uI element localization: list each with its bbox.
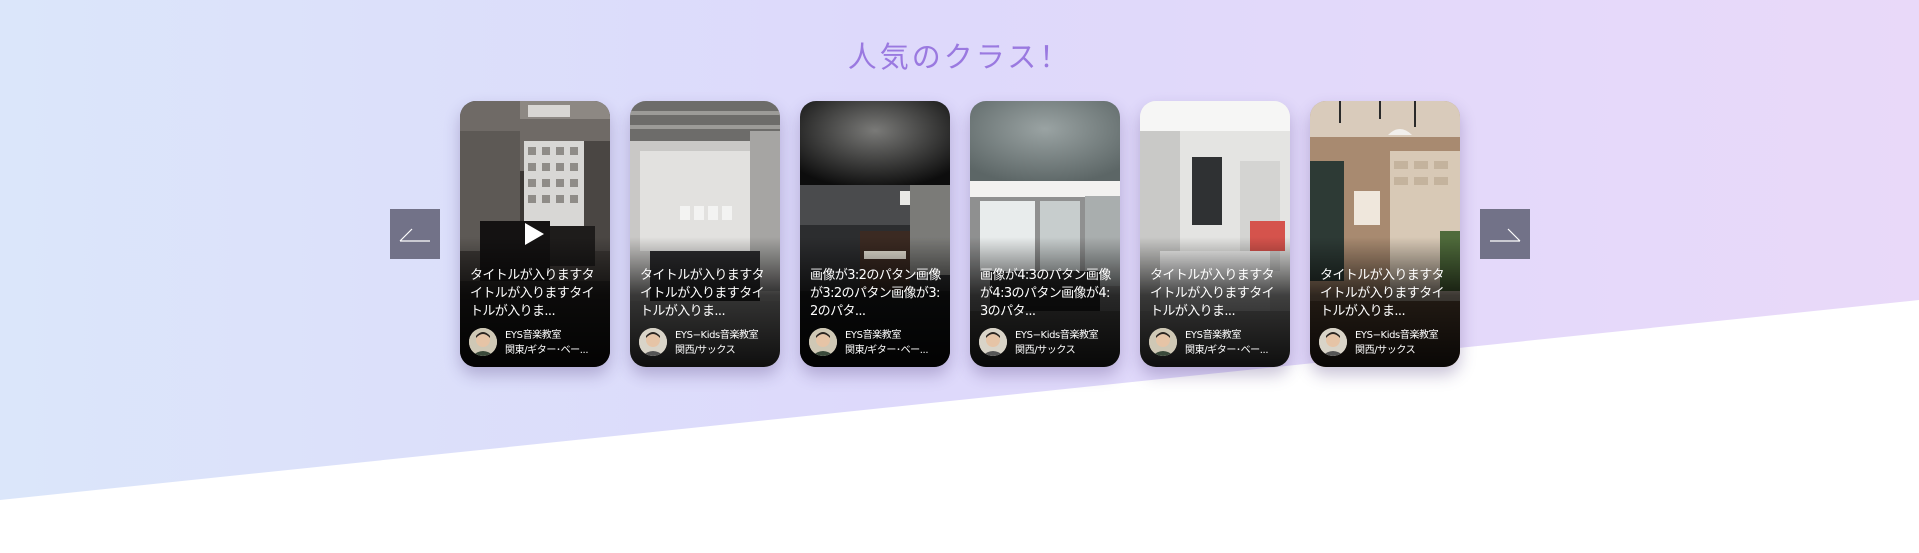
card-title: タイトルが入りますタイトルが入りますタイトルが入りま... [1320, 268, 1445, 319]
teacher-avatar [809, 328, 837, 356]
school-name: EYS音楽教室 [505, 330, 561, 341]
class-card[interactable]: 画像が3:2のパタン画像が3:2のパタン画像が3:2のパタ... EYS音楽教室… [800, 101, 950, 367]
class-area: 関東/ギター･ベー... [1185, 345, 1269, 356]
class-card[interactable]: タイトルが入りますタイトルが入りますタイトルが入りま... EYS音楽教室 関東… [460, 101, 610, 367]
teacher-avatar [1319, 328, 1347, 356]
carousel-next-button[interactable] [1480, 209, 1530, 259]
teacher-info: EYS−Kids音楽教室 関西/サックス [979, 327, 1115, 359]
arrow-right-icon [1490, 228, 1521, 242]
card-title: タイトルが入りますタイトルが入りますタイトルが入りま... [640, 268, 765, 319]
teacher-avatar [639, 328, 667, 356]
card-title: 画像が3:2のパタン画像が3:2のパタン画像が3:2のパタ... [810, 268, 941, 319]
teacher-avatar [1149, 328, 1177, 356]
play-icon[interactable] [525, 223, 544, 245]
class-area: 関東/ギター･ベー... [505, 345, 589, 356]
school-name: EYS−Kids音楽教室 [675, 330, 759, 341]
arrow-left-icon [399, 228, 430, 242]
teacher-info: EYS−Kids音楽教室 関西/サックス [639, 327, 775, 359]
class-card[interactable]: タイトルが入りますタイトルが入りますタイトルが入りま... EYS−Kids音楽… [1310, 101, 1460, 367]
class-area: 関東/ギター･ベー... [845, 345, 929, 356]
class-card[interactable]: 画像が4:3のパタン画像が4:3のパタン画像が4:3のパタ... EYS−Kid… [970, 101, 1120, 367]
card-title: タイトルが入りますタイトルが入りますタイトルが入りま... [470, 268, 595, 319]
teacher-info: EYS音楽教室 関東/ギター･ベー... [809, 327, 945, 359]
card-title: 画像が4:3のパタン画像が4:3のパタン画像が4:3のパタ... [980, 268, 1111, 319]
school-name: EYS音楽教室 [1185, 330, 1241, 341]
class-area: 関西/サックス [1355, 345, 1416, 356]
teacher-avatar [979, 328, 1007, 356]
teacher-info: EYS音楽教室 関東/ギター･ベー... [1149, 327, 1285, 359]
class-area: 関西/サックス [675, 345, 736, 356]
teacher-info: EYS音楽教室 関東/ギター･ベー... [469, 327, 605, 359]
class-card[interactable]: タイトルが入りますタイトルが入りますタイトルが入りま... EYS音楽教室 関東… [1140, 101, 1290, 367]
class-card[interactable]: タイトルが入りますタイトルが入りますタイトルが入りま... EYS−Kids音楽… [630, 101, 780, 367]
school-name: EYS−Kids音楽教室 [1355, 330, 1439, 341]
section-title: 人気のクラス！ [847, 40, 1072, 74]
school-name: EYS音楽教室 [845, 330, 901, 341]
card-title: タイトルが入りますタイトルが入りますタイトルが入りま... [1150, 268, 1275, 319]
carousel-prev-button[interactable] [390, 209, 440, 259]
school-name: EYS−Kids音楽教室 [1015, 330, 1099, 341]
teacher-info: EYS−Kids音楽教室 関西/サックス [1319, 327, 1455, 359]
teacher-avatar [469, 328, 497, 356]
class-area: 関西/サックス [1015, 345, 1076, 356]
section-background [0, 0, 1919, 500]
